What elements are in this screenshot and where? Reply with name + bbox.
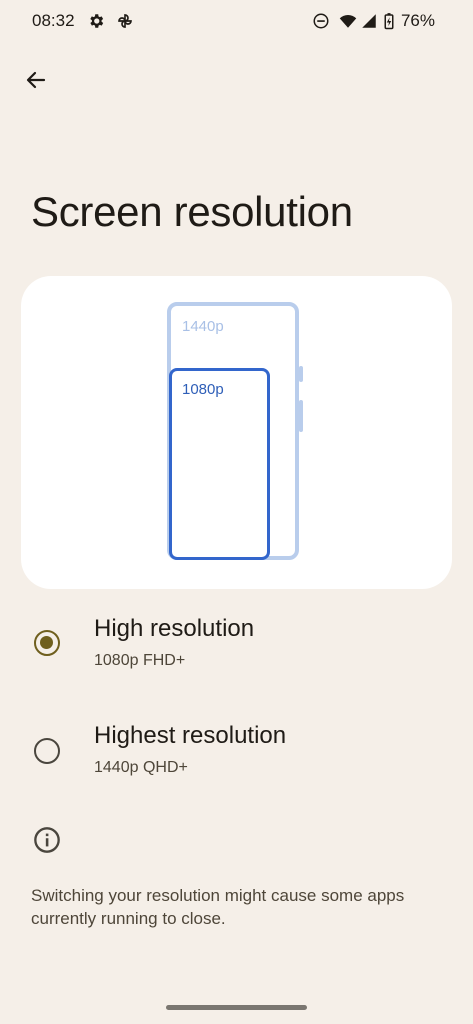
back-button[interactable] [14,58,58,102]
info-icon [34,827,60,853]
status-bar: 08:32 76% [0,0,473,44]
radio-button-selected[interactable] [34,630,60,656]
page-title: Screen resolution [31,188,353,235]
option-title: Highest resolution [94,722,287,749]
pinwheel-icon [118,14,132,28]
gesture-navigation-handle[interactable] [166,1005,307,1010]
option-high-resolution[interactable]: High resolution 1080p FHD+ [0,594,473,694]
battery-charging-icon [384,13,394,30]
footer-note: Switching your resolution might cause so… [31,886,405,928]
do-not-disturb-icon [313,13,329,29]
screen: 08:32 76% Screen resolution 1440p 1080p … [0,0,473,1024]
radio-button-unselected[interactable] [34,738,60,764]
resolution-illustration: 1440p 1080p [21,276,452,589]
settings-gear-icon [90,14,104,28]
battery-percent: 76% [400,11,435,30]
phone-side-button [299,400,303,432]
status-time: 08:32 [32,11,75,30]
option-highest-resolution[interactable]: Highest resolution 1440p QHD+ [0,701,473,801]
option-subtitle: 1440p QHD+ [94,759,188,776]
label-1440p: 1440p [182,318,224,335]
wifi-icon [339,14,357,28]
label-1080p: 1080p [182,381,224,398]
option-title: High resolution [94,615,255,642]
phone-side-button [299,366,303,382]
option-subtitle: 1080p FHD+ [94,652,186,669]
arrow-back-icon [26,71,46,89]
signal-icon [362,14,376,28]
